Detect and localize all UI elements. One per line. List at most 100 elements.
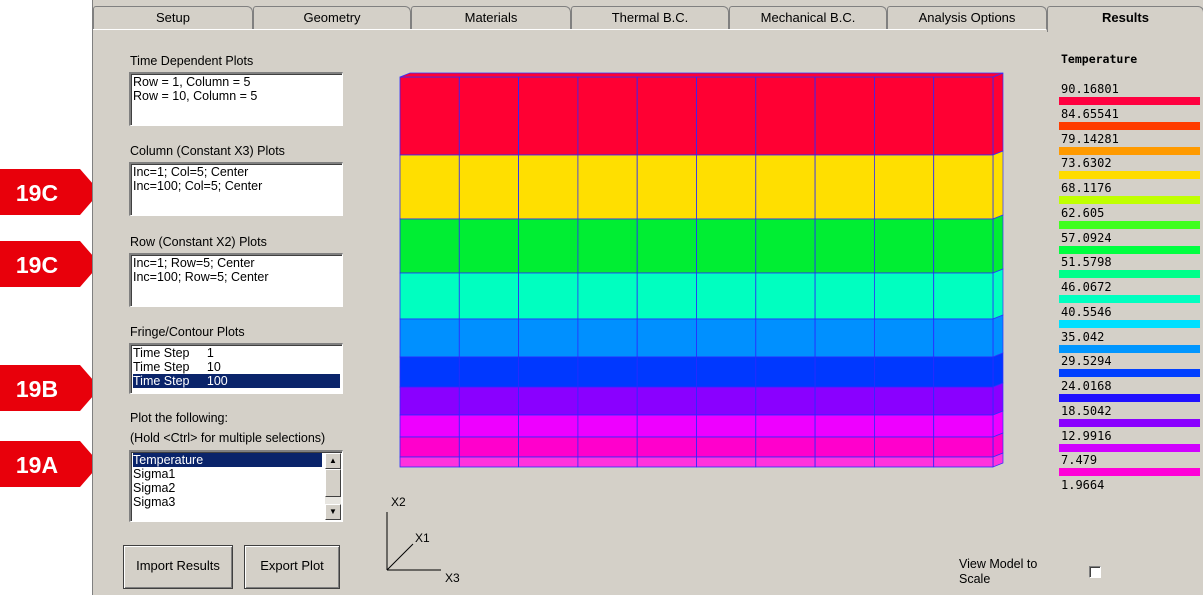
plot-cell	[458, 218, 520, 274]
legend-color-band	[1059, 146, 1200, 155]
view-model-scale-label: View Model to Scale	[959, 557, 1037, 587]
plot-top-face	[399, 72, 1004, 78]
callout-19b: 19B	[0, 365, 100, 411]
list-item[interactable]: Inc=1; Row=5; Center	[133, 256, 340, 270]
list-item[interactable]: Row = 1, Column = 5	[133, 75, 340, 89]
legend-color-band	[1059, 295, 1200, 303]
list-item[interactable]: Time Step 1	[133, 346, 340, 360]
plot-cell	[696, 436, 757, 458]
view-model-scale-checkbox[interactable]	[1089, 566, 1101, 578]
plot-band-side	[992, 314, 1004, 358]
plot-cell	[696, 356, 757, 388]
time-dependent-list[interactable]: Row = 1, Column = 5 Row = 10, Column = 5	[129, 72, 343, 126]
plot-cell	[636, 414, 697, 438]
plot-cell	[577, 414, 638, 438]
list-item[interactable]: Inc=100; Col=5; Center	[133, 179, 340, 193]
legend-value: 46.0672	[1061, 280, 1112, 294]
tab-thermal-bc[interactable]: Thermal B.C.	[571, 6, 729, 30]
plot-cell	[755, 436, 816, 458]
plot-cell	[577, 386, 638, 416]
column-plots-list[interactable]: Inc=1; Col=5; Center Inc=100; Col=5; Cen…	[129, 162, 343, 216]
plot-cell	[873, 318, 935, 358]
scroll-up-icon[interactable]: ▲	[325, 453, 341, 469]
list-item[interactable]: Inc=100; Row=5; Center	[133, 270, 340, 284]
scroll-thumb[interactable]	[325, 469, 341, 497]
list-item[interactable]: Inc=1; Col=5; Center	[133, 165, 340, 179]
view-scale-line1: View Model to	[959, 557, 1038, 571]
tab-results[interactable]: Results	[1047, 6, 1203, 32]
plot-cell	[458, 154, 520, 220]
legend-color-band	[1059, 245, 1200, 254]
import-results-button[interactable]: Import Results	[123, 545, 233, 589]
plot-band-side	[992, 150, 1004, 220]
plot-cell	[636, 76, 697, 156]
plot-cell	[458, 436, 520, 458]
list-item-selected[interactable]: Temperature	[133, 453, 322, 467]
axis-x2-label: X2	[391, 495, 406, 509]
plot-cell	[933, 154, 994, 220]
tab-geometry[interactable]: Geometry	[253, 6, 411, 30]
fringe-plots-list[interactable]: Time Step 1 Time Step 10 Time Step 100	[129, 343, 343, 394]
plot-cell	[399, 154, 460, 220]
legend-color-band	[1059, 121, 1200, 130]
legend-color-band	[1059, 196, 1200, 204]
plot-cell	[518, 318, 579, 358]
list-item[interactable]: Row = 10, Column = 5	[133, 89, 340, 103]
tab-label: Analysis Options	[918, 10, 1016, 25]
plot-cell	[577, 76, 638, 156]
plot-cell	[933, 436, 994, 458]
plot-variable-list[interactable]: Temperature Sigma1 Sigma2 Sigma3 ▲ ▼	[129, 450, 343, 522]
tab-analysis-options[interactable]: Analysis Options	[887, 6, 1047, 30]
tab-setup[interactable]: Setup	[93, 6, 253, 30]
fringe-plots-label: Fringe/Contour Plots	[130, 325, 245, 339]
plot-cell	[518, 386, 579, 416]
list-item-selected[interactable]: Time Step 100	[133, 374, 340, 388]
plot-cell	[518, 414, 579, 438]
list-item[interactable]: Sigma2	[133, 481, 340, 495]
legend-value: 29.5294	[1061, 354, 1112, 369]
legend-color-band	[1059, 344, 1200, 353]
tab-divider	[93, 29, 955, 30]
plot-cell	[399, 318, 460, 358]
export-plot-button[interactable]: Export Plot	[244, 545, 340, 589]
tab-materials[interactable]: Materials	[411, 6, 571, 30]
legend-color-band	[1059, 97, 1200, 105]
scroll-down-icon[interactable]: ▼	[325, 504, 341, 520]
plot-cell	[458, 386, 520, 416]
plot-cell	[873, 386, 935, 416]
plot-cell	[458, 356, 520, 388]
list-item[interactable]: Time Step 10	[133, 360, 340, 374]
plot-cell	[755, 218, 816, 274]
tab-mechanical-bc[interactable]: Mechanical B.C.	[729, 6, 887, 30]
row-plots-list[interactable]: Inc=1; Row=5; Center Inc=100; Row=5; Cen…	[129, 253, 343, 307]
view-scale-line2: Scale	[959, 572, 991, 586]
plot-cell	[755, 456, 816, 468]
plot-cell	[518, 436, 579, 458]
plot-cell	[933, 414, 994, 438]
column-plots-label: Column (Constant X3) Plots	[130, 144, 285, 158]
plot-cell	[814, 318, 875, 358]
plot-cell	[696, 272, 757, 320]
scrollbar[interactable]: ▲ ▼	[325, 453, 341, 520]
plot-cell	[458, 76, 520, 156]
legend-value: 62.605	[1061, 205, 1105, 220]
legend-value: 1.9664	[1061, 478, 1105, 492]
tab-label: Thermal B.C.	[611, 10, 689, 25]
callout-19c-2: 19C	[0, 241, 100, 287]
plot-cell	[458, 456, 520, 468]
callout-label: 19C	[16, 252, 58, 278]
plot-cell	[577, 154, 638, 220]
plot-cell	[696, 318, 757, 358]
plot-cell	[873, 356, 935, 388]
plot-band-side	[992, 72, 1004, 156]
list-item[interactable]: Sigma1	[133, 467, 340, 481]
list-item[interactable]: Sigma3	[133, 495, 340, 509]
plot-cell	[933, 356, 994, 388]
plot-cell	[636, 218, 697, 274]
legend-color-band	[1059, 171, 1200, 180]
plot-cell	[636, 318, 697, 358]
plot-cell	[755, 318, 816, 358]
legend-value: 73.6302	[1061, 156, 1112, 171]
plot-cell	[933, 218, 994, 274]
plot-cell	[696, 154, 757, 220]
